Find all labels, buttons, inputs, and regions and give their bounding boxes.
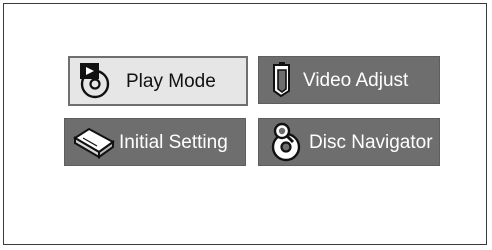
disc-navigator-icon: [271, 122, 301, 162]
play-mode-label: Play Mode: [126, 70, 216, 92]
disc-navigator-label: Disc Navigator: [309, 131, 433, 153]
video-adjust-label: Video Adjust: [303, 69, 409, 91]
initial-setting-button[interactable]: Initial Setting: [64, 118, 246, 166]
menu-screen: Play Mode Video Adjust Initial Setting D…: [3, 3, 487, 245]
video-adjust-button[interactable]: Video Adjust: [258, 56, 440, 104]
video-adjust-icon: [273, 62, 290, 98]
play-disc-icon: [80, 63, 110, 99]
play-mode-button[interactable]: Play Mode: [68, 56, 248, 106]
initial-setting-label: Initial Setting: [119, 131, 228, 153]
initial-setting-icon: [73, 127, 115, 159]
disc-navigator-button[interactable]: Disc Navigator: [258, 118, 440, 166]
